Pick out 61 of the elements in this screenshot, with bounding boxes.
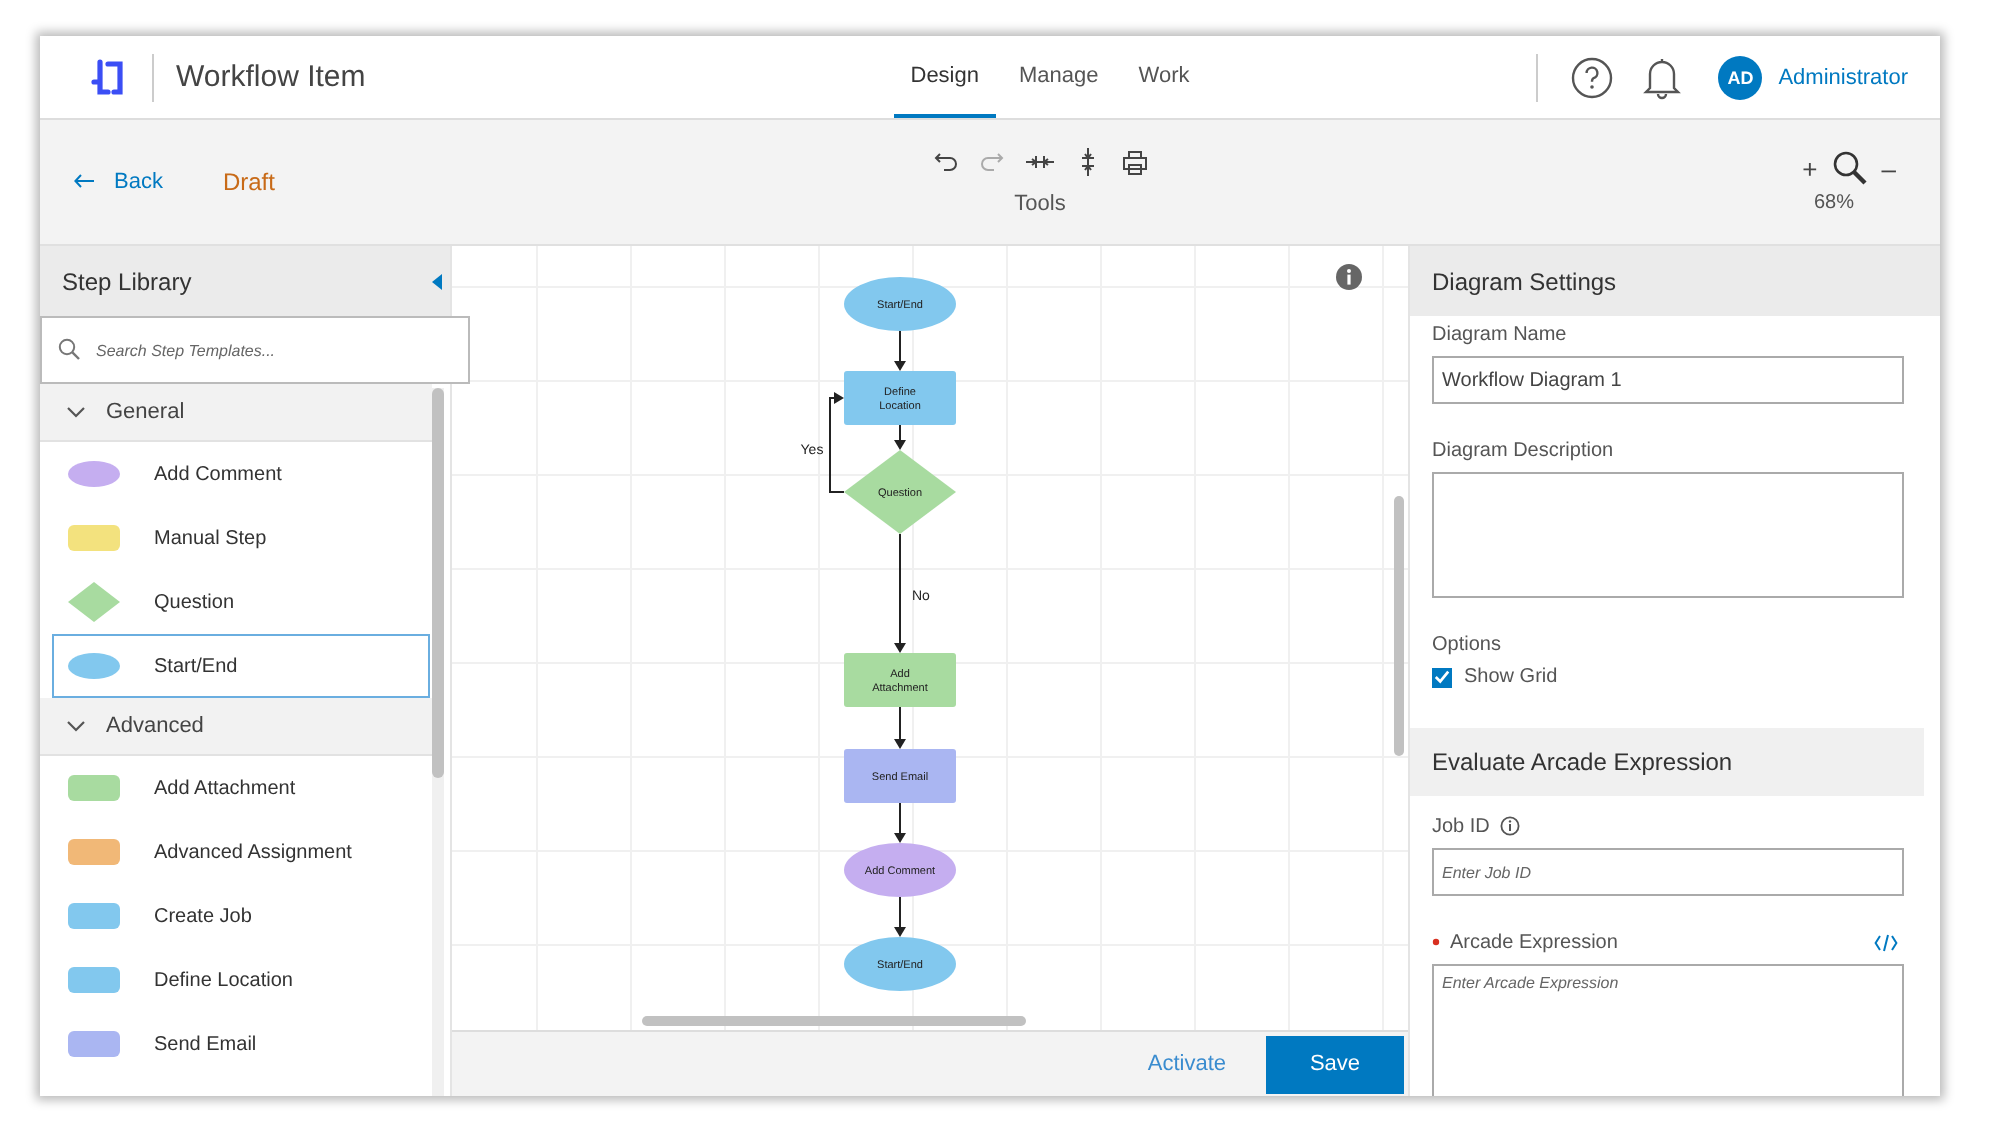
info-icon[interactable]: [1336, 264, 1362, 290]
print-icon[interactable]: [1121, 149, 1147, 175]
zoom-out-button[interactable]: –: [1881, 153, 1896, 183]
align-horizontal-icon[interactable]: [1025, 150, 1053, 174]
step-template[interactable]: Add Comment: [52, 442, 430, 506]
field-label: Arcade Expression: [1450, 932, 1618, 954]
diagram-name-field[interactable]: Workflow Diagram 1: [1432, 356, 1904, 404]
field-label: Options: [1432, 634, 1503, 656]
connector-arrow: [894, 896, 906, 937]
connector-arrow: [829, 392, 845, 493]
step-template[interactable]: Manual Step: [52, 506, 430, 570]
zoom-level: 68%: [1813, 192, 1854, 214]
help-icon[interactable]: [1570, 55, 1615, 99]
app-title: Workflow Item: [176, 60, 366, 94]
step-template[interactable]: Question: [52, 570, 430, 634]
job-id-field[interactable]: Enter Job ID: [1432, 848, 1904, 896]
code-icon[interactable]: [1874, 933, 1898, 951]
connector-arrow: [894, 533, 906, 653]
section-title: Evaluate Arcade Expression: [1432, 748, 1733, 776]
panel-title: Diagram Settings: [1432, 267, 1617, 295]
step-template[interactable]: Start/End: [52, 634, 430, 698]
nav-tab[interactable]: Work: [1122, 36, 1206, 118]
user-avatar[interactable]: AD: [1718, 55, 1763, 99]
field-label: Diagram Description: [1432, 440, 1616, 462]
search-field[interactable]: Search Step Templates...: [40, 316, 470, 384]
step-template[interactable]: Define Location: [52, 948, 430, 1012]
connector-arrow: [894, 424, 906, 450]
undo-icon[interactable]: [933, 150, 957, 174]
status-label: Draft: [222, 168, 275, 196]
connector-arrow: [894, 706, 906, 749]
scrollbar-thumb[interactable]: [432, 388, 444, 778]
diagram-description-field[interactable]: [1432, 472, 1904, 598]
group-header[interactable]: Advanced: [40, 698, 432, 756]
collapse-icon[interactable]: [432, 273, 442, 289]
search-icon[interactable]: [1831, 150, 1868, 186]
step-template[interactable]: Add Attachment: [52, 756, 430, 820]
step-template[interactable]: Send Email: [52, 1012, 430, 1076]
arrow-left-icon: [74, 174, 94, 188]
field-label: Diagram Name: [1432, 324, 1569, 346]
scrollbar-thumb[interactable]: [642, 1016, 1026, 1026]
group-header[interactable]: General: [40, 384, 432, 442]
save-button[interactable]: Save: [1266, 1035, 1404, 1093]
info-icon[interactable]: [1499, 816, 1520, 836]
connector-arrow: [894, 802, 906, 843]
step-template[interactable]: Advanced Assignment: [52, 820, 430, 884]
notification-bell-icon[interactable]: [1642, 55, 1683, 99]
step-template[interactable]: Create Job: [52, 884, 430, 948]
chevron-icon: [66, 720, 86, 732]
user-name[interactable]: Administrator: [1778, 65, 1908, 89]
scrollbar-thumb[interactable]: [1394, 496, 1404, 756]
zoom-in-button[interactable]: +: [1802, 153, 1818, 183]
nav-tab[interactable]: Manage: [1003, 36, 1115, 118]
arcade-expression-field[interactable]: Enter Arcade Expression: [1432, 964, 1904, 1096]
connector-arrow: [894, 330, 906, 371]
tools-label: Tools: [1014, 192, 1066, 216]
field-label: Job ID: [1432, 816, 1490, 838]
show-grid-checkbox[interactable]: Show Grid: [1432, 666, 1904, 688]
back-button[interactable]: Back: [74, 170, 163, 194]
panel-title: Step Library: [62, 267, 192, 295]
search-icon: [58, 338, 80, 360]
chevron-icon: [66, 406, 86, 418]
